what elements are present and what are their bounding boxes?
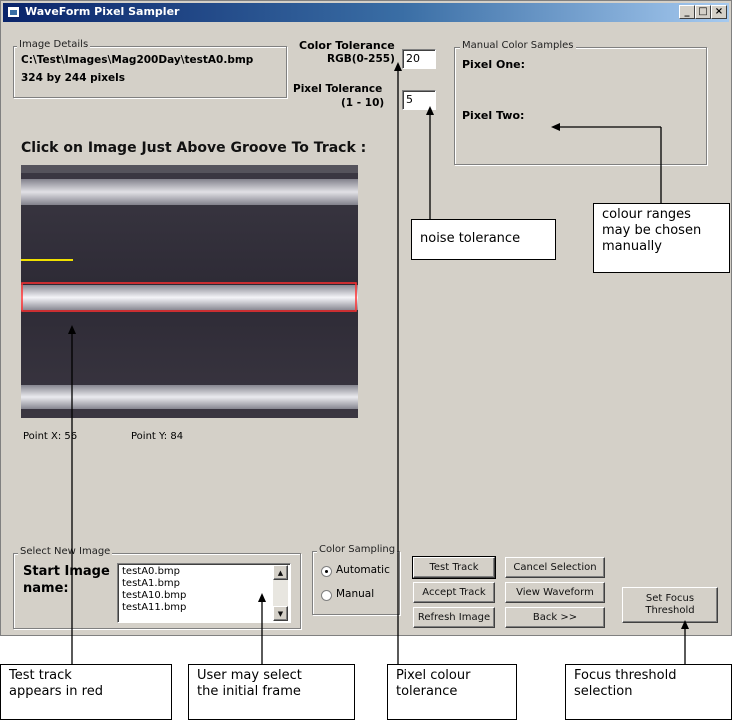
arrowhead-pixel [394,62,402,71]
annotation-arrows [68,62,689,664]
arrowhead-track [68,325,76,334]
arrowhead-focus [681,620,689,629]
arrowhead-colour [551,123,560,131]
arrowhead-select [258,593,266,602]
arrowhead-noise [426,106,434,115]
